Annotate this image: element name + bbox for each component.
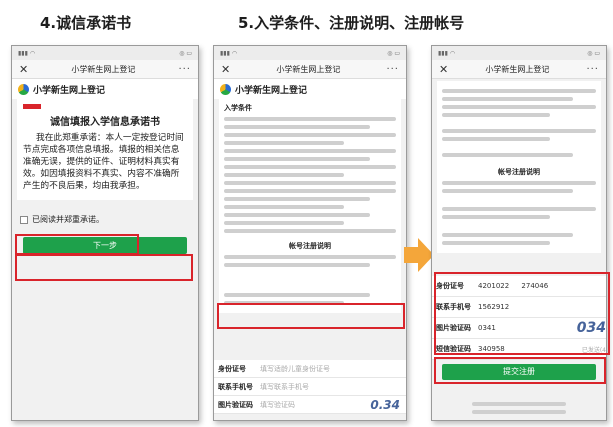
phone-number-input[interactable]: 填写联系手机号 <box>260 382 406 392</box>
agree-label: 已阅读并郑重承诺。 <box>32 215 104 224</box>
nav-title: 小学新生网上登记 <box>485 64 550 74</box>
signal-icon: ▮▮▮ ◠ <box>438 49 456 57</box>
notes-card: 帐号注册说明 <box>437 81 601 253</box>
conditions-card: 入学条件 帐号注册说明 <box>219 99 401 313</box>
phone-screen-pledge: ▮▮▮ ◠ ◎ ▭ ✕ 小学新生网上登记 ··· 小学新生网上登记 诚信填报入学… <box>11 45 199 421</box>
pledge-title: 诚信填报入学信息承诺书 <box>50 117 160 128</box>
agree-row[interactable]: 已阅读并郑重承诺。 <box>20 214 198 225</box>
status-bar: ▮▮▮ ◠ ◎ ▭ <box>432 46 606 60</box>
notes-title: 帐号注册说明 <box>498 168 540 176</box>
highlight-register-form <box>434 272 610 355</box>
pledge-card: 诚信填报入学信息承诺书 我在此郑重承诺：本人一定按登记时间节点完成各项信息填报。… <box>17 99 193 200</box>
status-bar: ▮▮▮ ◠ ◎ ▭ <box>214 46 406 60</box>
nav-title: 小学新生网上登记 <box>71 64 136 74</box>
heading-step-4: 4.诚信承诺书 <box>40 14 132 32</box>
more-icon[interactable]: ··· <box>386 64 399 75</box>
app-brand: 小学新生网上登记 <box>33 85 106 96</box>
nav-bar: ✕ 小学新生网上登记 ··· <box>214 60 406 79</box>
footer-placeholder <box>472 398 566 418</box>
phone-number-label: 联系手机号 <box>218 382 253 391</box>
highlight-submit-button <box>434 357 606 384</box>
battery-icon: ◎ ▭ <box>179 49 192 57</box>
highlight-agree <box>15 234 139 255</box>
battery-icon: ◎ ▭ <box>387 49 400 57</box>
captcha-input[interactable]: 填写验证码 <box>260 400 370 410</box>
phone-screen-register-info: ▮▮▮ ◠ ◎ ▭ ✕ 小学新生网上登记 ··· 小学新生网上登记 入学条件 帐… <box>213 45 407 421</box>
phone-number-row: 联系手机号 填写联系手机号 <box>214 378 406 396</box>
app-brand: 小学新生网上登记 <box>235 85 308 96</box>
app-logo-icon <box>220 83 231 95</box>
more-icon[interactable]: ··· <box>178 64 191 75</box>
heading-step-5: 5.入学条件、注册说明、注册帐号 <box>238 14 465 32</box>
close-icon[interactable]: ✕ <box>221 63 230 76</box>
highlight-registration-note <box>217 303 405 329</box>
register-form: 身份证号 填写适龄儿童身份证号 联系手机号 填写联系手机号 图片验证码 填写验证… <box>214 360 406 414</box>
notes-title: 帐号注册说明 <box>289 242 331 250</box>
captcha-image[interactable]: 0.34 <box>370 398 406 412</box>
app-header: 小学新生网上登记 <box>12 79 198 99</box>
app-header: 小学新生网上登记 <box>214 79 406 99</box>
battery-icon: ◎ ▭ <box>587 49 600 57</box>
highlight-next-button <box>15 254 193 281</box>
close-icon[interactable]: ✕ <box>439 63 448 76</box>
agree-checkbox[interactable] <box>20 215 28 224</box>
signal-icon: ▮▮▮ ◠ <box>220 49 238 57</box>
status-bar: ▮▮▮ ◠ ◎ ▭ <box>12 46 198 60</box>
close-icon[interactable]: ✕ <box>19 63 28 76</box>
nav-bar: ✕ 小学新生网上登记 ··· <box>12 60 198 79</box>
conditions-title: 入学条件 <box>224 104 252 112</box>
pledge-tag-icon <box>23 104 41 109</box>
id-number-input[interactable]: 填写适龄儿童身份证号 <box>260 364 406 374</box>
nav-bar: ✕ 小学新生网上登记 ··· <box>432 60 606 79</box>
nav-title: 小学新生网上登记 <box>276 64 341 74</box>
captcha-row: 图片验证码 填写验证码 0.34 <box>214 396 406 414</box>
more-icon[interactable]: ··· <box>586 64 599 75</box>
next-step-arrow-icon <box>404 238 434 272</box>
signal-icon: ▮▮▮ ◠ <box>18 49 36 57</box>
id-number-label: 身份证号 <box>218 364 246 373</box>
captcha-label: 图片验证码 <box>218 400 253 409</box>
id-number-row: 身份证号 填写适龄儿童身份证号 <box>214 360 406 378</box>
pledge-text: 我在此郑重承诺：本人一定按登记时间节点完成各项信息填报。填报的相关信息准确无误，… <box>23 133 184 191</box>
app-logo-icon <box>18 83 29 95</box>
